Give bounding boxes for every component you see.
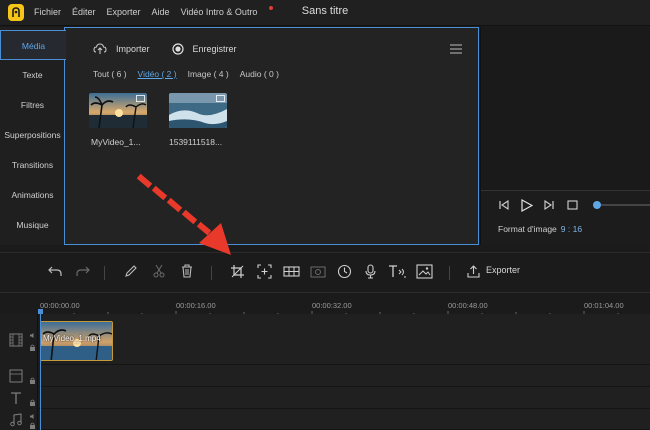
zoom-frame-icon[interactable]: [257, 264, 272, 279]
film-icon: [9, 333, 23, 347]
track-volume-icon[interactable]: [29, 332, 36, 339]
export-icon: [467, 265, 480, 278]
video-badge-icon: [216, 95, 225, 102]
previous-frame-icon[interactable]: [498, 199, 510, 211]
duration-icon[interactable]: [337, 264, 352, 279]
ruler-time-label: 00:01:04.00: [584, 301, 624, 310]
media-label-2: 1539111518...: [169, 137, 223, 147]
delete-icon[interactable]: [180, 264, 194, 278]
text-to-speech-icon[interactable]: [388, 264, 408, 279]
record-label: Enregistrer: [192, 44, 237, 54]
media-filters: Tout ( 6 ) Vidéo ( 2 ) Image ( 4 ) Audio…: [93, 69, 290, 79]
overlay-track[interactable]: [39, 365, 650, 387]
preview-progress-handle[interactable]: [593, 201, 601, 209]
list-view-icon[interactable]: [450, 44, 462, 54]
nav-item-filtres[interactable]: Filtres: [0, 90, 65, 120]
ruler-time-label: 00:00:00.00: [40, 301, 80, 310]
media-panel: Importer Enregistrer Tout ( 6 ) Vidéo ( …: [64, 27, 479, 245]
media-label-1: MyVideo_1...: [91, 137, 141, 147]
window-title: Sans titre: [301, 5, 349, 17]
redo-icon[interactable]: [76, 264, 90, 278]
undo-icon[interactable]: [48, 264, 62, 278]
text-icon: [11, 392, 21, 404]
toolbar-divider: [449, 266, 450, 280]
toolbar-divider: [211, 266, 212, 280]
text-track[interactable]: [39, 387, 650, 409]
left-nav: Média Texte Filtres Superpositions Trans…: [0, 27, 66, 245]
filter-image[interactable]: Image ( 4 ): [188, 69, 229, 79]
music-note-icon: [10, 413, 22, 427]
voiceover-mic-icon[interactable]: [364, 264, 377, 279]
crop-icon[interactable]: [230, 264, 245, 279]
filter-all[interactable]: Tout ( 6 ): [93, 69, 127, 79]
mosaic-icon[interactable]: [283, 264, 300, 279]
overlay-track-header: [0, 365, 38, 387]
media-thumbnail-2[interactable]: [169, 93, 227, 128]
export-label: Exporter: [486, 265, 521, 275]
aspect-ratio-value: 9 : 16: [560, 224, 583, 234]
nav-item-animations[interactable]: Animations: [0, 180, 65, 210]
stop-icon[interactable]: [567, 199, 578, 211]
cut-icon[interactable]: [152, 264, 166, 278]
ruler-time-label: 00:00:48.00: [448, 301, 488, 310]
playhead[interactable]: [40, 310, 41, 430]
music-track[interactable]: [39, 409, 650, 430]
ruler-time-label: 00:00:16.00: [176, 301, 216, 310]
media-thumbnail-1[interactable]: [89, 93, 147, 128]
toolbar-divider: [104, 266, 105, 280]
nav-item-musique[interactable]: Musique: [0, 210, 65, 240]
ruler-time-label: 00:00:32.00: [312, 301, 352, 310]
title-bar: Fichier Éditer Exporter Aide Vidéo Intro…: [0, 0, 650, 26]
track-lock-icon[interactable]: [29, 422, 36, 429]
video-track-header: [0, 314, 38, 365]
preview-panel: Format d'image 9 : 16: [480, 27, 650, 245]
import-button[interactable]: Importer: [93, 43, 150, 55]
nav-item-texte[interactable]: Texte: [0, 60, 65, 90]
video-badge-icon: [136, 95, 145, 102]
freeze-frame-icon[interactable]: [310, 264, 326, 279]
next-frame-icon[interactable]: [543, 199, 555, 211]
aspect-ratio[interactable]: Format d'image 9 : 16: [498, 224, 582, 234]
record-button[interactable]: Enregistrer: [171, 43, 237, 55]
import-label: Importer: [116, 44, 150, 54]
edit-pencil-icon[interactable]: [124, 264, 138, 278]
nav-item-transitions[interactable]: Transitions: [0, 150, 65, 180]
play-icon[interactable]: [520, 199, 533, 212]
music-track-header: [0, 409, 38, 430]
preview-progress-track[interactable]: [601, 204, 650, 206]
clip-label: MyVideo_1.mp4: [43, 334, 101, 343]
filter-video[interactable]: Vidéo ( 2 ): [138, 69, 177, 79]
text-track-header: [0, 387, 38, 409]
nav-item-superpositions[interactable]: Superpositions: [0, 120, 65, 150]
preview-screen: [481, 27, 650, 191]
overlay-icon: [9, 369, 23, 383]
import-icon: [93, 43, 107, 54]
record-icon: [171, 43, 184, 55]
track-lock-icon[interactable]: [29, 344, 36, 351]
video-clip[interactable]: MyVideo_1.mp4: [40, 321, 113, 361]
track-lock-icon[interactable]: [29, 377, 36, 384]
picture-in-picture-icon[interactable]: [416, 264, 433, 279]
video-track[interactable]: [39, 314, 650, 365]
filter-audio[interactable]: Audio ( 0 ): [240, 69, 279, 79]
timeline-ruler[interactable]: 00:00:00.00 00:00:16.00 00:00:32.00 00:0…: [0, 292, 650, 315]
nav-item-media[interactable]: Média: [0, 30, 66, 60]
track-volume-icon[interactable]: [29, 413, 36, 420]
media-actions: Importer Enregistrer: [93, 43, 259, 55]
track-lock-icon[interactable]: [29, 399, 36, 406]
aspect-ratio-label: Format d'image: [498, 224, 557, 234]
edit-toolbar: Exporter: [0, 252, 650, 292]
